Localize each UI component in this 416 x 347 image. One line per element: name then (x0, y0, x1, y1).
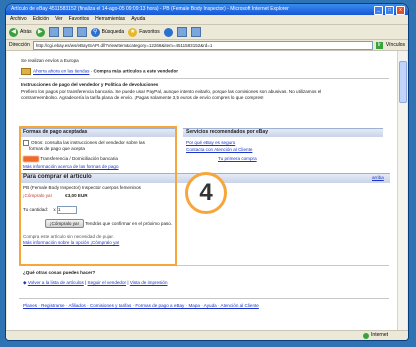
store-icon (21, 68, 31, 75)
payment-instructions-title: Instrucciones de pago del vendedor y Pol… (21, 82, 159, 87)
close-button[interactable]: x (396, 6, 405, 15)
zone-indicator: Internet (363, 331, 388, 340)
status-bar: Internet (6, 330, 408, 340)
history-icon[interactable] (163, 27, 173, 37)
minimize-button[interactable]: _ (374, 6, 383, 15)
services-link-first-buy[interactable]: Tu primera compra (218, 156, 257, 161)
footer-links[interactable]: Planes · Registrarse · Afiliados · Comis… (23, 303, 259, 308)
window-title: Artículo de eBay 4511583152 (finaliza el… (11, 6, 289, 12)
forward-arrow-icon[interactable]: ▶ (35, 27, 45, 37)
what-else-title: ¿Qué otras cosas puedes hacer? (23, 270, 96, 275)
shop-row: Ahorra ahora en las tiendas - Compra más… (21, 68, 178, 75)
zone-label: Internet (371, 332, 388, 338)
scroll-thumb[interactable] (399, 61, 407, 103)
address-bar: Dirección http://cgi.ebay.es/ws/eBayISAP… (6, 40, 408, 51)
menu-edit[interactable]: Edición (33, 15, 49, 24)
menu-favorites[interactable]: Favoritos (69, 15, 90, 24)
back-button[interactable]: ◀ Atrás (9, 27, 32, 37)
menu-bar: Archivo Edición Ver Favoritos Herramient… (6, 15, 408, 25)
follow-seller-link[interactable]: Seguir el vendedor (88, 280, 127, 285)
highlight-frame (19, 126, 177, 266)
globe-icon (363, 332, 370, 339)
search-button[interactable]: ⚲ Búsqueda (90, 27, 125, 37)
shipping-note: Se realizan envíos a Europa (21, 58, 79, 63)
menu-view[interactable]: Ver (55, 15, 63, 24)
menu-tools[interactable]: Herramientas (95, 15, 125, 24)
divider (19, 78, 389, 79)
divider (19, 298, 389, 299)
maximize-button[interactable]: □ (385, 6, 394, 15)
actions-row: ◆ Volver a la lista de artículos | Segui… (23, 280, 168, 285)
stop-icon[interactable] (48, 27, 59, 37)
home-icon[interactable] (76, 27, 87, 37)
step-number-badge: 4 (185, 172, 227, 214)
go-button[interactable]: Ir (375, 41, 383, 49)
toolbar: ◀ Atrás ▶ ⚲ Búsqueda ★ Favoritos (6, 25, 408, 40)
top-link[interactable]: arriba (372, 175, 384, 180)
window-controls: _ □ x (374, 6, 405, 15)
services-link-contact[interactable]: Contacta con Atención al Cliente (186, 147, 252, 152)
address-label: Dirección (9, 42, 30, 48)
links-label[interactable]: Vínculos (386, 42, 405, 48)
favorites-label: Favoritos (139, 29, 160, 35)
mail-icon[interactable] (176, 27, 187, 37)
services-title: Servicios recomendados por eBay (186, 129, 268, 135)
back-label: Atrás (20, 29, 32, 35)
address-input[interactable]: http://cgi.ebay.es/ws/eBayISAPI.dll?View… (32, 40, 373, 50)
services-link-safe[interactable]: Por qué eBay es seguro (186, 140, 235, 145)
favorites-button[interactable]: ★ Favoritos (128, 27, 160, 37)
print-view-link[interactable]: Vista de impresión (130, 280, 168, 285)
menu-file[interactable]: Archivo (10, 15, 27, 24)
shop-link[interactable]: Ahorra ahora en las tiendas (33, 69, 89, 74)
back-arrow-icon: ◆ (23, 280, 27, 285)
back-to-list-link[interactable]: Volver a la lista de artículos (28, 280, 84, 285)
payment-instructions-line: Prefiero los pagos por transferencia ban… (21, 89, 322, 94)
search-icon: ⚲ (90, 27, 100, 37)
payment-instructions-line: contrarreembolso. Agradecería la tarifa … (21, 95, 264, 100)
menu-help[interactable]: Ayuda (131, 15, 145, 24)
print-icon[interactable] (190, 27, 201, 37)
title-bar: Artículo de eBay 4511583152 (finaliza el… (6, 4, 408, 15)
shop-text: Compra más artículos a este vendedor (93, 68, 179, 74)
search-label: Búsqueda (101, 29, 125, 35)
star-icon: ★ (128, 27, 138, 37)
vertical-scrollbar[interactable] (397, 51, 407, 330)
back-arrow-icon: ◀ (9, 27, 18, 37)
refresh-icon[interactable] (62, 27, 73, 37)
